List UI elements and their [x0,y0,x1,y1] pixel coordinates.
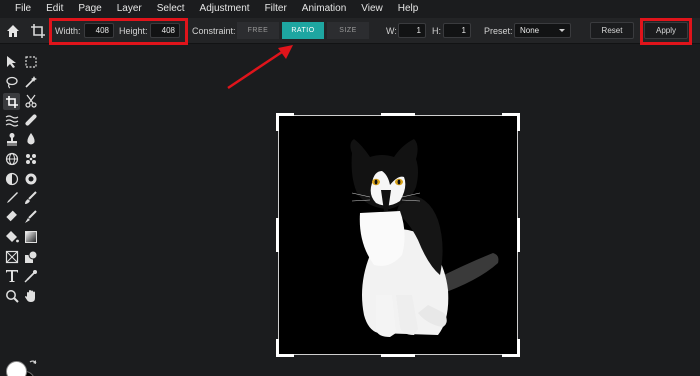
menu-layer[interactable]: Layer [117,0,142,18]
constraint-free-button[interactable]: FREE [237,22,279,39]
menu-adjustment[interactable]: Adjustment [200,0,250,18]
gradient-icon[interactable] [24,230,38,244]
ratio-w-input[interactable]: 1 [398,23,426,38]
crop-tool-icon[interactable] [30,23,46,39]
preset-value: None [520,26,540,35]
h-label: H: [432,26,441,36]
globe-icon[interactable] [5,152,19,166]
marquee-icon[interactable] [24,55,38,69]
lasso-icon[interactable] [5,75,19,89]
ratio-h-input[interactable]: 1 [443,23,471,38]
hand-icon[interactable] [24,289,38,303]
crop-handle-bottom-right[interactable] [502,339,520,357]
crop-handle-top[interactable] [381,113,415,116]
constraint-ratio-button[interactable]: RATIO [282,22,324,39]
menu-select[interactable]: Select [157,0,185,18]
liquify-icon[interactable] [5,113,19,127]
crop-handle-bottom-left[interactable] [276,339,294,357]
dots-icon[interactable] [24,152,38,166]
dodge-burn-icon[interactable] [5,172,19,186]
replace-color-icon[interactable] [24,210,38,224]
select-arrow-icon[interactable] [5,55,19,69]
bandage-icon[interactable] [24,113,38,127]
annotation-arrow-icon [227,45,293,90]
menu-animation[interactable]: Animation [302,0,346,18]
apply-highlight [640,18,692,45]
constraint-label: Constraint: [192,26,236,36]
magic-wand-icon[interactable] [24,75,38,89]
crop-handle-top-right[interactable] [502,113,520,131]
frame-icon[interactable] [5,250,19,264]
menu-page[interactable]: Page [78,0,101,18]
foreground-color-swatch[interactable] [6,361,27,376]
crop-frame[interactable] [278,115,518,355]
pen-icon[interactable] [5,191,19,205]
menu-view[interactable]: View [361,0,383,18]
bucket-icon[interactable] [5,230,19,244]
brush-icon[interactable] [24,191,38,205]
eraser-icon[interactable] [5,210,19,224]
crop-handle-top-left[interactable] [276,113,294,131]
width-height-highlight [49,18,188,45]
crop-handle-left[interactable] [276,218,279,252]
crop-icon[interactable] [3,93,20,110]
menu-file[interactable]: File [15,0,31,18]
preset-label: Preset: [484,26,513,36]
preset-select[interactable]: None [514,23,571,38]
menu-filter[interactable]: Filter [265,0,287,18]
sponge-icon[interactable] [24,172,38,186]
scissors-icon[interactable] [24,94,38,108]
menu-help[interactable]: Help [398,0,419,18]
menu-edit[interactable]: Edit [46,0,63,18]
shape-icon[interactable] [24,250,38,264]
menu-bar: File Edit Page Layer Select Adjustment F… [0,0,700,18]
reset-button[interactable]: Reset [590,22,634,39]
text-icon[interactable] [5,269,19,283]
drop-icon[interactable] [24,132,38,146]
swap-colors-icon[interactable] [28,359,38,369]
tool-panel [0,45,42,376]
chevron-down-icon [559,29,565,32]
crop-handle-bottom[interactable] [381,354,415,357]
eyedropper-icon[interactable] [24,269,38,283]
w-label: W: [386,26,397,36]
constraint-size-button[interactable]: SIZE [327,22,369,39]
crop-handle-right[interactable] [517,218,520,252]
stamp-icon[interactable] [5,132,19,146]
zoom-icon[interactable] [5,289,19,303]
home-icon[interactable] [6,24,20,38]
